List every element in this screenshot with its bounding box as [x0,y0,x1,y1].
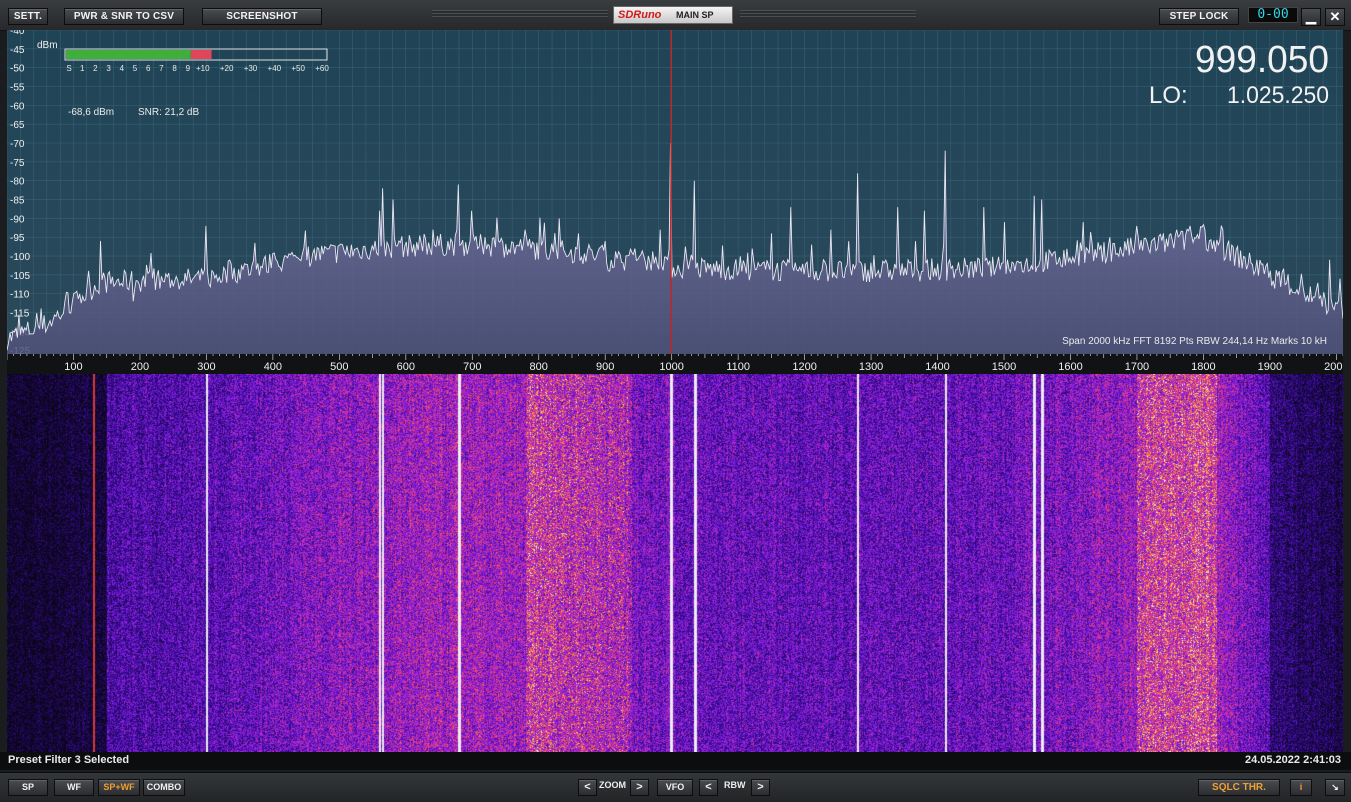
info-button[interactable]: i [1290,779,1312,796]
main-frequency[interactable]: 999.050 [1195,39,1329,81]
y-tick-label: -45 [10,45,25,56]
wf-mode-button[interactable]: WF [54,779,94,796]
y-tick-label: -80 [10,177,25,188]
freq-label: 1000 [659,361,683,373]
s-meter-scale-label: S [66,64,71,73]
spectrum-display[interactable]: -40 -45 -50 -55 -60 -65 -70 -75 -80 -85 -90 -95 -100… [7,30,1343,354]
y-tick-label: -95 [10,233,25,244]
freq-label: 400 [264,361,282,373]
spectrum-info: Span 2000 kHz FFT 8192 Pts RBW 244,14 Hz… [1062,336,1327,347]
freq-label: 1100 [726,361,750,373]
freq-label: 800 [530,361,548,373]
waterfall-display[interactable] [7,374,1343,752]
y-tick-label: -105 [10,271,30,282]
s-meter-bar-green [66,50,191,59]
s-meter-unit: dBm [37,40,58,51]
status-bar: Preset Filter 3 Selected 24.05.2022 2:41… [0,752,1351,770]
y-tick-label: -40 [10,30,25,37]
s-meter-scale-label: 7 [159,64,164,73]
power-readout: -68,6 dBm [68,107,114,118]
drag-grip-right[interactable] [740,10,916,19]
sp-mode-button[interactable]: SP [8,779,48,796]
s-meter-scale-label: 6 [146,64,151,73]
y-tick-label: -90 [10,214,25,225]
lo-frequency[interactable]: 1.025.250 [1227,82,1329,109]
sp-wf-mode-button[interactable]: SP+WF [98,779,140,796]
frequency-ticks [7,354,1343,360]
rbw-up-button[interactable]: > [751,779,770,796]
snr-readout: SNR: 21,2 dB [138,107,199,118]
drag-grip-left[interactable] [432,10,608,19]
s-meter-scale-label: +60 [315,64,329,73]
s-meter-scale-label: +10 [196,64,210,73]
s-meter-scale-label: 8 [172,64,177,73]
frequency-axis[interactable]: 100 200 300 400 500 600 700 800 900 1000 1100 1200 1… [7,354,1343,374]
sdruno-logo: SDRuno MAIN SP [613,6,733,24]
y-tick-label: -115 [10,309,30,320]
freq-label: 1600 [1058,361,1082,373]
freq-label: 500 [330,361,348,373]
s-meter-scale-label: +30 [244,64,258,73]
y-tick-label: -65 [10,120,25,131]
zoom-in-button[interactable]: > [630,779,649,796]
rbw-label: RBW [724,780,746,790]
rbw-down-button[interactable]: < [699,779,718,796]
s-meter-scale-label: 9 [186,64,191,73]
sqlc-threshold-button[interactable]: SQLC THR. [1198,779,1280,796]
bottom-toolbar: SP WF SP+WF COMBO < ZOOM > VFO < RBW > S… [0,772,1351,802]
freq-label: 600 [397,361,415,373]
freq-label: 100 [64,361,82,373]
y-tick-label: -55 [10,83,25,94]
freq-label: 700 [463,361,481,373]
s-meter-scale-label: 1 [80,64,85,73]
s-meter-scale-label: +40 [268,64,282,73]
resize-icon[interactable]: ↘ [1325,779,1345,796]
status-datetime: 24.05.2022 2:41:03 [1244,754,1341,766]
clock-display: 0-00 [1248,7,1298,23]
y-tick-label: -110 [10,290,30,301]
freq-label: 1300 [859,361,883,373]
minimize-icon[interactable]: ▁ [1301,8,1321,26]
logo-brand: SDRuno [618,9,662,21]
freq-label: 1800 [1191,361,1215,373]
s-meter-scale-label: +50 [291,64,305,73]
freq-label: 1200 [792,361,816,373]
freq-label: 900 [596,361,614,373]
y-tick-label: -70 [10,139,25,150]
s-meter-bar-red [190,50,212,59]
s-meter-scale-label: +20 [220,64,234,73]
settings-button[interactable]: SETT. [8,8,48,25]
y-tick-label: -85 [10,196,25,207]
frequency-labels: 100 200 300 400 500 600 700 800 900 1000 1100 1200 1… [64,361,1343,373]
s-meter-scale-label: 3 [106,64,111,73]
top-toolbar: SETT. PWR & SNR TO CSV SCREENSHOT SDRuno… [0,0,1351,31]
freq-label: 1900 [1258,361,1282,373]
freq-label: 1400 [925,361,949,373]
freq-label: 2000 [1324,361,1343,373]
s-meter-scale-label: 5 [133,64,138,73]
close-icon[interactable]: ✕ [1325,8,1345,26]
status-message: Preset Filter 3 Selected [8,754,130,766]
freq-label: 1500 [992,361,1016,373]
zoom-label: ZOOM [599,780,626,790]
freq-label: 300 [197,361,215,373]
lo-label: LO: [1149,82,1188,109]
freq-label: 1700 [1125,361,1149,373]
screenshot-button[interactable]: SCREENSHOT [202,8,322,25]
y-tick-label: -50 [10,64,25,75]
pwr-snr-csv-button[interactable]: PWR & SNR TO CSV [64,8,184,25]
s-meter-scale-label: 2 [93,64,98,73]
window-name: MAIN SP [676,10,714,20]
vfo-button[interactable]: VFO [657,779,693,796]
y-tick-label: -100 [10,252,30,263]
combo-mode-button[interactable]: COMBO [143,779,185,796]
step-lock-button[interactable]: STEP LOCK [1159,8,1239,25]
y-tick-label: -75 [10,158,25,169]
freq-label: 200 [131,361,149,373]
zoom-out-button[interactable]: < [578,779,597,796]
s-meter-scale-label: 4 [120,64,125,73]
y-tick-label: -60 [10,101,25,112]
